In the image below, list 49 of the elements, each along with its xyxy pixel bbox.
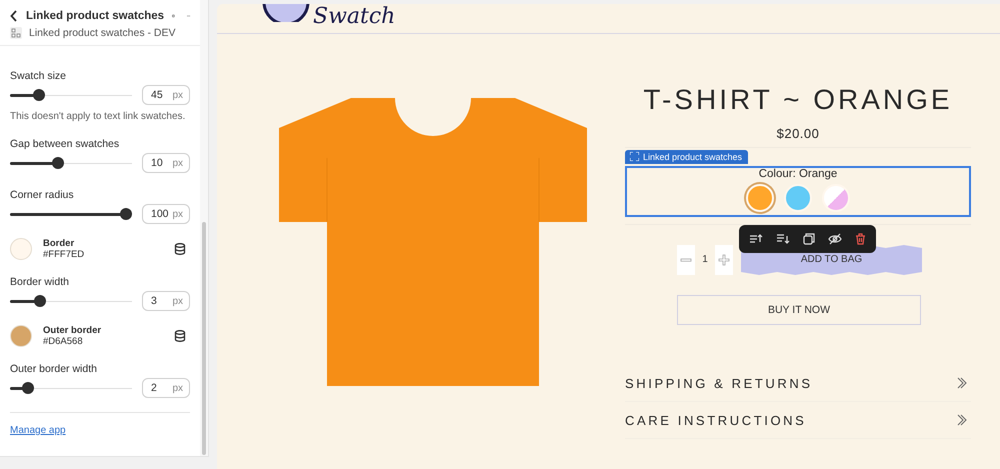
- product-title: T-SHIRT ~ ORANGE: [642, 84, 954, 116]
- move-up-icon[interactable]: [749, 233, 763, 245]
- slider-thumb[interactable]: [33, 89, 46, 101]
- setting-label: Corner radius: [10, 189, 75, 201]
- move-down-icon[interactable]: [776, 233, 790, 245]
- quantity-selector[interactable]: 1: [677, 245, 733, 275]
- number-field[interactable]: 2 px: [142, 378, 190, 398]
- database-icon[interactable]: [174, 330, 186, 342]
- block-label[interactable]: Linked product swatches: [625, 150, 748, 164]
- slider-thumb[interactable]: [52, 157, 64, 169]
- chevron-right-icon: [957, 414, 967, 426]
- slider-thumb[interactable]: [120, 208, 132, 220]
- block-icon: [630, 152, 639, 161]
- number-field[interactable]: 10 px: [142, 153, 190, 173]
- color-value: #D6A568: [43, 336, 84, 347]
- app-icon: [10, 27, 22, 39]
- quantity-value[interactable]: 1: [695, 245, 715, 275]
- chevron-right-icon: [957, 377, 967, 389]
- scrollbar-thumb[interactable]: [202, 222, 206, 455]
- color-value: #FFF7ED: [43, 249, 86, 260]
- help-text: This doesn't apply to text link swatches.: [10, 111, 186, 122]
- product-price: $20.00: [776, 126, 820, 141]
- slider-thumb[interactable]: [22, 382, 34, 394]
- accordion-item[interactable]: CARE INSTRUCTIONS: [625, 402, 971, 439]
- delete-icon[interactable]: [855, 233, 866, 245]
- number-field[interactable]: 100 px: [142, 204, 190, 224]
- app-name: Linked product swatches - DEV: [29, 27, 176, 39]
- number-field[interactable]: 45 px: [142, 85, 190, 105]
- color-label: Outer border: [43, 325, 102, 336]
- setting-label: Outer border width: [10, 363, 98, 375]
- setting-label: Border width: [10, 276, 70, 288]
- color-label: Border: [43, 238, 76, 249]
- number-field[interactable]: 3 px: [142, 291, 190, 311]
- database-icon[interactable]: [174, 243, 186, 255]
- logo[interactable]: Swatch: [261, 4, 396, 29]
- setting-label: Gap between swatches: [10, 138, 120, 150]
- manage-app-link[interactable]: Manage app: [10, 425, 66, 436]
- color-swatch[interactable]: [10, 238, 32, 260]
- option-label: Colour: Orange: [758, 168, 838, 180]
- scrollbar[interactable]: [200, 0, 208, 456]
- setting-label: Swatch size: [10, 70, 68, 82]
- hide-icon[interactable]: [828, 233, 842, 245]
- duplicate-icon[interactable]: [803, 233, 815, 245]
- color-swatch[interactable]: [10, 325, 32, 347]
- accordion-item[interactable]: SHIPPING & RETURNS: [625, 365, 971, 402]
- panel-title: Linked product swatches: [26, 10, 164, 22]
- buy-it-now-button[interactable]: BUY IT NOW: [677, 295, 921, 325]
- slider-thumb[interactable]: [34, 295, 46, 307]
- back-button[interactable]: [10, 10, 18, 22]
